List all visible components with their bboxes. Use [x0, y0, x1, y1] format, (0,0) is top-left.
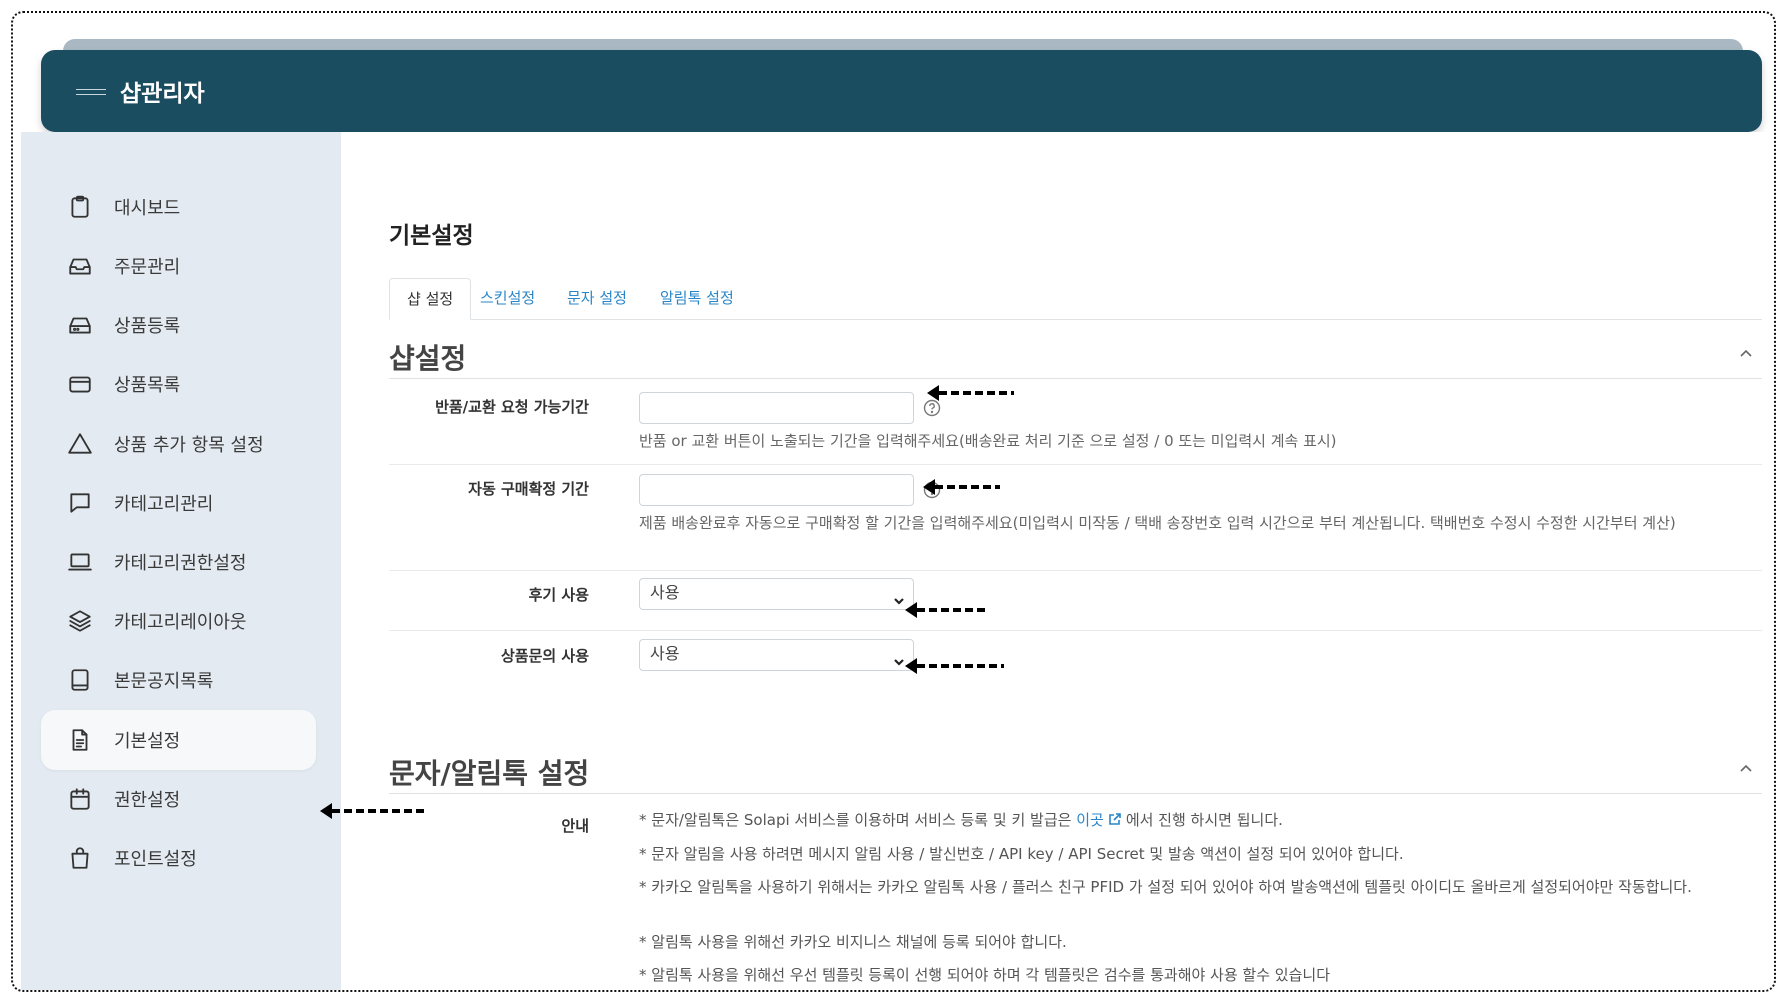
tab-shop-settings[interactable]: 샵 설정: [389, 278, 472, 320]
review-select[interactable]: 사용: [639, 578, 914, 610]
sidebar-item-label: 주문관리: [114, 257, 181, 278]
tab-alimtalk-settings[interactable]: 알림톡 설정: [643, 278, 751, 320]
auto-confirm-hint: 제품 배송완료후 자동으로 구매확정 할 기간을 입력해주세요(미입력시 미작동…: [639, 514, 1676, 532]
sidebar-item-label: 상품목록: [114, 375, 181, 396]
card-icon: [66, 370, 94, 398]
tab-sms-settings[interactable]: 문자 설정: [550, 278, 644, 320]
laptop-icon: [66, 548, 94, 576]
drive-icon: [66, 311, 94, 339]
inbox-icon: [66, 252, 94, 280]
sidebar-item-label: 대시보드: [114, 198, 181, 219]
sidebar-item-label: 포인트설정: [114, 849, 197, 870]
section-divider: [389, 378, 1762, 379]
auto-confirm-label: 자동 구매확정 기간: [468, 480, 589, 498]
sidebar-item-product-extra-fields[interactable]: 상품 추가 항목 설정: [41, 414, 316, 474]
review-select-value: 사용: [650, 583, 680, 602]
annotation-arrow: [904, 600, 990, 620]
chevron-up-icon[interactable]: [1739, 345, 1753, 359]
section-divider: [389, 793, 1762, 794]
sidebar-item-label: 본문공지목록: [114, 671, 214, 692]
sidebar-item-label: 카테고리관리: [114, 494, 214, 515]
sidebar-item-label: 상품등록: [114, 316, 181, 337]
return-period-input[interactable]: [639, 392, 914, 424]
notice-line: * 문자/알림톡은 Solapi 서비스를 이용하며 서비스 등록 및 키 발급…: [639, 808, 1754, 833]
notice-text: * 문자/알림톡은 Solapi 서비스를 이용하며 서비스 등록 및 키 발급…: [639, 811, 1072, 829]
page-title: 기본설정: [389, 223, 474, 249]
sidebar-item-product-list[interactable]: 상품목록: [41, 354, 316, 414]
sidebar-item-label: 상품 추가 항목 설정: [114, 435, 264, 456]
row-divider: [389, 570, 1762, 571]
triangle-icon: [66, 430, 94, 458]
app-title: 샵관리자: [120, 81, 205, 107]
sidebar-item-label: 기본설정: [114, 731, 181, 752]
sidebar-item-dashboard[interactable]: 대시보드: [41, 177, 316, 237]
return-period-hint: 반품 or 교환 버튼이 노출되는 기간을 입력해주세요(배송완료 처리 기준 …: [639, 432, 1337, 450]
notice-line: * 문자 알림을 사용 하려면 메시지 알림 사용 / 발신번호 / API k…: [639, 845, 1404, 863]
row-divider: [389, 630, 1762, 631]
inquiry-select-value: 사용: [650, 644, 680, 663]
sidebar-item-notice-list[interactable]: 본문공지목록: [41, 650, 316, 710]
sidebar-item-basic-settings[interactable]: 기본설정: [41, 710, 316, 770]
notice-line: * 알림톡 사용을 위해선 카카오 비지니스 채널에 등록 되어야 합니다.: [639, 933, 1067, 951]
sidebar-item-permission-settings[interactable]: 권한설정: [41, 769, 316, 829]
tab-skin-settings[interactable]: 스킨설정: [463, 278, 552, 320]
sidebar-item-label: 카테고리레이아웃: [114, 612, 247, 633]
main-content: 기본설정 샵 설정 스킨설정 문자 설정 알림톡 설정 샵설정 반품/교환 요청…: [341, 132, 1770, 990]
sidebar-item-orders[interactable]: 주문관리: [41, 236, 316, 296]
screenshot-frame: 샵관리자 대시보드 주문관리 상품등록 상품목록 상품 추가 항목 설정 카테고…: [11, 11, 1776, 992]
external-link-icon[interactable]: [1108, 809, 1122, 825]
return-period-label: 반품/교환 요청 가능기간: [435, 398, 589, 416]
row-divider: [389, 464, 1762, 465]
tablet-icon: [66, 666, 94, 694]
shopping-bag-icon: [66, 844, 94, 872]
notice-line: * 알림톡 사용을 위해선 우선 템플릿 등록이 선행 되어야 하며 각 템플릿…: [639, 966, 1330, 984]
chevron-up-icon[interactable]: [1739, 760, 1753, 774]
layers-icon: [66, 607, 94, 635]
section-title-sms: 문자/알림톡 설정: [389, 757, 590, 790]
sidebar: 대시보드 주문관리 상품등록 상품목록 상품 추가 항목 설정 카테고리관리 카…: [21, 132, 341, 990]
clipboard-icon: [66, 193, 94, 221]
sidebar-item-product-register[interactable]: 상품등록: [41, 295, 316, 355]
solapi-link[interactable]: 이곳: [1076, 811, 1104, 829]
brand-logo[interactable]: [76, 86, 106, 96]
chevron-down-icon: [893, 588, 905, 605]
chat-icon: [66, 489, 94, 517]
annotation-arrow: [319, 801, 429, 821]
sidebar-item-category-manage[interactable]: 카테고리관리: [41, 473, 316, 533]
app-shell: 샵관리자 대시보드 주문관리 상품등록 상품목록 상품 추가 항목 설정 카테고…: [21, 21, 1770, 990]
section-title-shop: 샵설정: [389, 342, 467, 375]
inquiry-select[interactable]: 사용: [639, 639, 914, 671]
annotation-arrow: [904, 656, 1006, 676]
review-label: 후기 사용: [528, 586, 589, 604]
auto-confirm-input[interactable]: [639, 474, 914, 506]
app-header: 샵관리자: [41, 50, 1762, 132]
sidebar-item-point-settings[interactable]: 포인트설정: [41, 828, 316, 888]
sidebar-item-category-layout[interactable]: 카테고리레이아웃: [41, 591, 316, 651]
notice-line: * 카카오 알림톡을 사용하기 위해서는 카카오 알림톡 사용 / 플러스 친구…: [639, 878, 1692, 896]
annotation-arrow: [926, 383, 1016, 403]
sidebar-item-label: 카테고리권한설정: [114, 553, 247, 574]
settings-tabs: 샵 설정 스킨설정 문자 설정 알림톡 설정: [389, 278, 1762, 320]
notice-text: 에서 진행 하시면 됩니다.: [1125, 811, 1283, 829]
calendar-icon: [66, 785, 94, 813]
document-icon: [66, 726, 94, 754]
sidebar-item-category-permission[interactable]: 카테고리권한설정: [41, 532, 316, 592]
inquiry-label: 상품문의 사용: [500, 647, 589, 665]
sidebar-item-label: 권한설정: [114, 790, 181, 811]
annotation-arrow: [922, 477, 1002, 497]
